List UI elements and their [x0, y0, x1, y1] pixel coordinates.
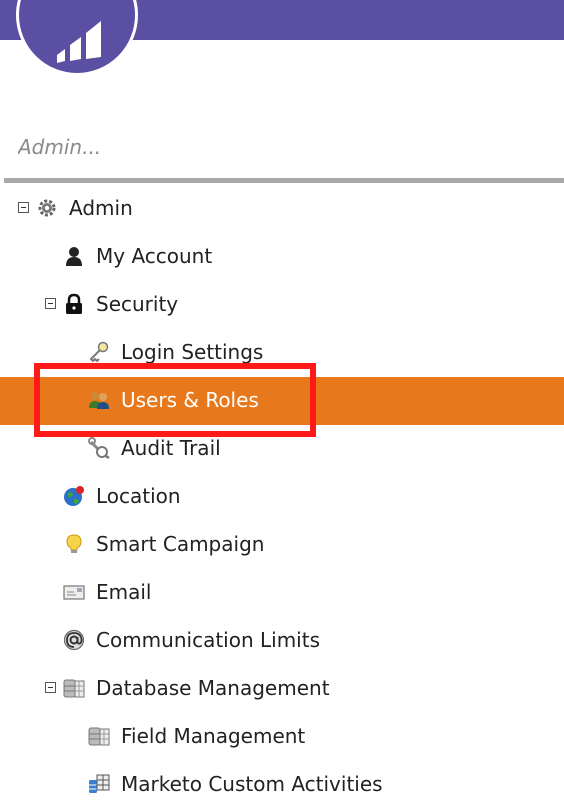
tree-item-location[interactable]: Location	[0, 473, 564, 521]
tree-item-label: Login Settings	[121, 340, 264, 364]
tree-item-label: My Account	[96, 244, 213, 268]
gear-icon	[38, 199, 56, 217]
tree-item-label: Location	[96, 484, 181, 508]
tree-item-label: Communication Limits	[96, 628, 320, 652]
tree-item-communication-limits[interactable]: Communication Limits	[0, 617, 564, 665]
tree-item-smart-campaign[interactable]: Smart Campaign	[0, 521, 564, 569]
tree-item-label: Audit Trail	[121, 436, 221, 460]
tree-item-label: Email	[96, 580, 152, 604]
collapse-toggle[interactable]	[45, 298, 56, 309]
lock-icon	[66, 293, 82, 314]
globe-icon	[64, 486, 84, 506]
tree-item-label: Marketo Custom Activities	[121, 772, 383, 796]
tree-item-security[interactable]: Security	[0, 281, 564, 329]
collapse-toggle[interactable]	[18, 202, 29, 213]
highlight-annotation	[34, 363, 316, 437]
search-area	[0, 120, 564, 182]
custom-activities-icon	[89, 774, 110, 793]
key-icon	[89, 341, 109, 363]
at-sign-icon	[63, 629, 85, 651]
tree-item-label: Admin	[69, 196, 133, 220]
logo-bars-icon	[57, 21, 101, 63]
marketo-logo[interactable]	[16, 0, 138, 76]
database-icon	[63, 679, 85, 698]
email-icon	[63, 585, 85, 600]
tree-item-email[interactable]: Email	[0, 569, 564, 617]
tree-item-label: Security	[96, 292, 179, 316]
tree-item-marketo-custom-activities[interactable]: Marketo Custom Activities	[0, 761, 564, 809]
database-icon	[88, 727, 110, 746]
user-icon	[66, 247, 82, 266]
lightbulb-icon	[66, 534, 82, 553]
tree-item-label: Database Management	[96, 676, 330, 700]
tree-item-database-management[interactable]: Database Management	[0, 665, 564, 713]
divider	[4, 178, 564, 183]
tree-item-my-account[interactable]: My Account	[0, 233, 564, 281]
tree-item-field-management[interactable]: Field Management	[0, 713, 564, 761]
collapse-toggle[interactable]	[45, 682, 56, 693]
admin-search-input[interactable]	[18, 132, 548, 162]
audit-trail-icon	[88, 437, 110, 459]
tree-item-label: Field Management	[121, 724, 306, 748]
tree-item-label: Smart Campaign	[96, 532, 265, 556]
tree-item-admin[interactable]: Admin	[0, 185, 564, 233]
